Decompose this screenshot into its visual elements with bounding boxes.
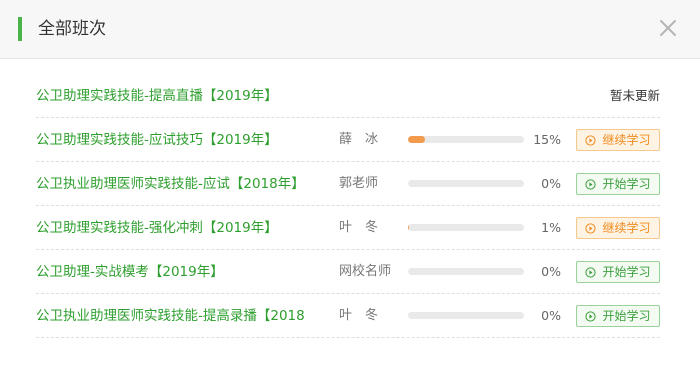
play-circle-icon: [585, 178, 597, 190]
progress-percent: 1%: [541, 220, 561, 235]
progress-percent: 0%: [541, 176, 561, 191]
course-teacher: 网校名师: [339, 264, 392, 279]
header-accent-bar: [18, 17, 22, 41]
close-icon: [660, 20, 676, 36]
progress-bar-fill: [408, 224, 410, 231]
action-label: 继续学习: [602, 221, 651, 235]
start-learning-button[interactable]: 开始学习: [576, 305, 660, 327]
close-button[interactable]: [656, 16, 680, 40]
progress-percent: 0%: [541, 264, 561, 279]
course-teacher: 叶 冬: [339, 220, 379, 235]
progress-bar: [408, 180, 524, 187]
progress-bar-fill: [408, 136, 426, 143]
play-circle-icon: [585, 266, 597, 278]
start-learning-button[interactable]: 开始学习: [576, 173, 660, 195]
action-label: 开始学习: [602, 309, 651, 323]
play-circle-icon: [585, 310, 597, 322]
progress-percent: 15%: [533, 132, 561, 147]
action-label: 开始学习: [602, 177, 651, 191]
continue-learning-button[interactable]: 继续学习: [576, 217, 660, 239]
play-circle-icon: [585, 222, 597, 234]
course-row: 公卫助理实践技能-提高直播【2019年】 暂未更新: [36, 74, 660, 118]
course-title-link[interactable]: 公卫助理实践技能-应试技巧【2019年】: [36, 118, 326, 162]
course-list: 公卫助理实践技能-提高直播【2019年】 暂未更新公卫助理实践技能-应试技巧【20…: [36, 74, 660, 338]
course-teacher: 郭老师: [339, 176, 379, 191]
course-title-link[interactable]: 公卫助理实践技能-提高直播【2019年】: [36, 74, 326, 118]
start-learning-button[interactable]: 开始学习: [576, 261, 660, 283]
course-title-link[interactable]: 公卫助理-实战模考【2019年】: [36, 250, 326, 294]
course-title-link[interactable]: 公卫执业助理医师实践技能-提高录播【2018: [36, 294, 326, 338]
course-row: 公卫助理-实战模考【2019年】 网校名师 0% 开始学习: [36, 250, 660, 294]
course-status: 暂未更新: [609, 88, 660, 103]
progress-percent: 0%: [541, 308, 561, 323]
action-label: 开始学习: [602, 265, 651, 279]
dialog-title: 全部班次: [38, 19, 106, 39]
course-row: 公卫执业助理医师实践技能-提高录播【2018 叶 冬 0% 开始学习: [36, 294, 660, 338]
course-row: 公卫执业助理医师实践技能-应试【2018年】 郭老师 0% 开始学习: [36, 162, 660, 206]
play-circle-icon: [585, 134, 597, 146]
course-title-link[interactable]: 公卫助理实践技能-强化冲刺【2019年】: [36, 206, 326, 250]
progress-bar: [408, 268, 524, 275]
continue-learning-button[interactable]: 继续学习: [576, 129, 660, 151]
dialog-header: 全部班次: [0, 0, 700, 59]
course-teacher: 叶 冬: [339, 308, 379, 323]
course-title-link[interactable]: 公卫执业助理医师实践技能-应试【2018年】: [36, 162, 326, 206]
progress-bar: [408, 312, 524, 319]
action-label: 继续学习: [602, 133, 651, 147]
progress-bar: [408, 136, 524, 143]
course-row: 公卫助理实践技能-强化冲刺【2019年】叶 冬 1% 继续学习: [36, 206, 660, 250]
progress-bar: [408, 224, 524, 231]
course-teacher: 薛 冰: [339, 132, 379, 147]
course-row: 公卫助理实践技能-应试技巧【2019年】薛 冰 15% 继续学习: [36, 118, 660, 162]
